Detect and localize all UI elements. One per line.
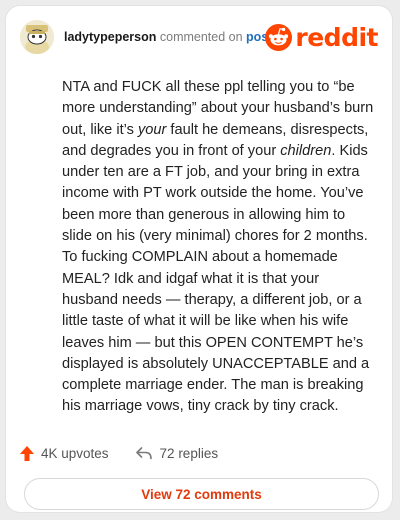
reddit-logo[interactable]: reddit xyxy=(265,22,378,52)
comment-action-text: commented on xyxy=(159,30,243,44)
comment-text: . Kids under ten are a FT job, and your … xyxy=(62,142,370,415)
comment-emphasis: your xyxy=(137,121,167,138)
view-comments-button[interactable]: View 72 comments xyxy=(24,478,379,510)
comment-emphasis: children xyxy=(280,142,332,159)
comment-actions: 4K upvotes 72 replies xyxy=(20,442,218,464)
upvote-button[interactable]: 4K upvotes xyxy=(20,445,109,461)
comment-card: ladytypeperson commented on post reddit … xyxy=(6,6,392,512)
reddit-snoo-icon xyxy=(265,23,293,51)
username-link[interactable]: ladytypeperson xyxy=(64,30,156,44)
reddit-wordmark: reddit xyxy=(295,22,378,52)
comment-meta: ladytypeperson commented on post xyxy=(64,30,272,44)
avatar[interactable] xyxy=(20,20,54,54)
comment-body: NTA and FUCK all these ppl telling you t… xyxy=(62,77,378,418)
upvote-arrow-icon xyxy=(20,445,34,461)
snoo-avatar-icon xyxy=(20,20,54,54)
reply-arrow-icon xyxy=(135,446,152,459)
replies-button[interactable]: 72 replies xyxy=(135,445,219,461)
comment-header: ladytypeperson commented on post reddit xyxy=(20,20,378,56)
upvote-count: 4K upvotes xyxy=(41,445,109,461)
reply-count: 72 replies xyxy=(159,445,219,461)
comment-paragraph: NTA and FUCK all these ppl telling you t… xyxy=(62,77,378,418)
